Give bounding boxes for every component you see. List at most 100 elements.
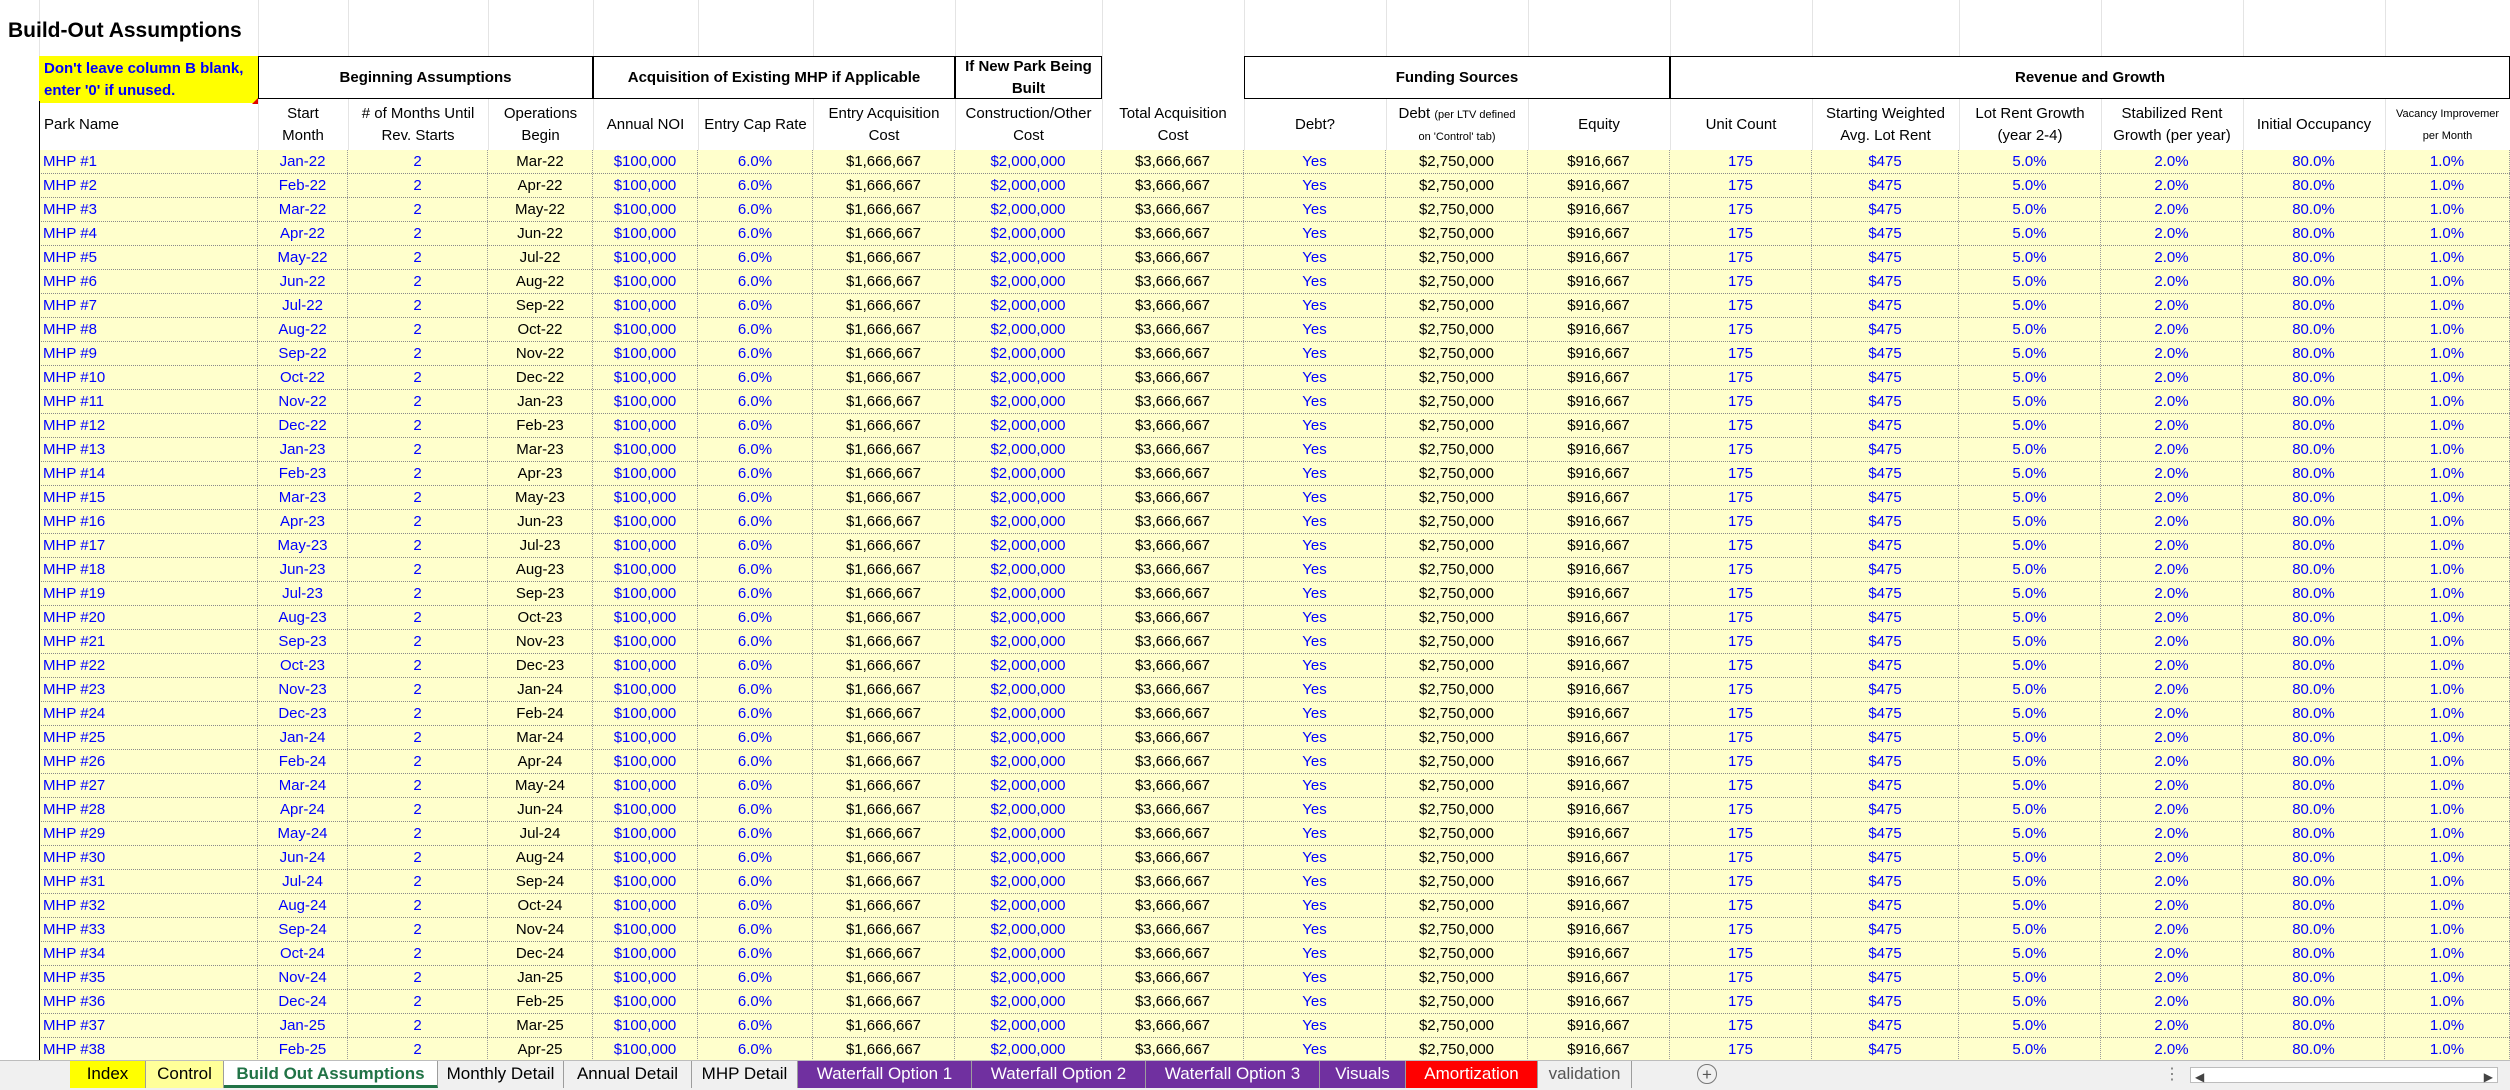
scroll-left-icon[interactable]: ◀ [2195,1070,2204,1084]
cell-construction[interactable]: $2,000,000 [955,390,1102,413]
cell-entry-cap[interactable]: 6.0% [698,606,813,629]
cell-entry-cap[interactable]: 6.0% [698,702,813,725]
cell-init-occ[interactable]: 80.0% [2243,870,2385,893]
cell-ops-begin[interactable]: Sep-23 [488,582,593,605]
cell-lot-growth[interactable]: 5.0% [1959,630,2101,653]
cell-lot-rent[interactable]: $475 [1812,246,1959,269]
cell-lot-growth[interactable]: 5.0% [1959,750,2101,773]
cell-start-month[interactable]: Jan-22 [258,150,348,173]
cell-init-occ[interactable]: 80.0% [2243,1038,2385,1060]
cell-debt[interactable]: $2,750,000 [1386,750,1528,773]
cell-entry-cap[interactable]: 6.0% [698,870,813,893]
cell-vacancy[interactable]: 1.0% [2385,1014,2510,1037]
cell-total-cost[interactable]: $3,666,667 [1102,150,1244,173]
cell-debt[interactable]: $2,750,000 [1386,918,1528,941]
header-equity[interactable]: Equity [1528,101,1670,149]
cell-equity[interactable]: $916,667 [1528,294,1670,317]
scroll-right-icon[interactable]: ▶ [2484,1070,2493,1084]
cell-debt-q[interactable]: Yes [1244,246,1386,269]
cell-months-until[interactable]: 2 [348,990,488,1013]
cell-start-month[interactable]: Apr-24 [258,798,348,821]
cell-lot-growth[interactable]: 5.0% [1959,846,2101,869]
cell-unit-count[interactable]: 175 [1670,726,1812,749]
cell-equity[interactable]: $916,667 [1528,270,1670,293]
cell-stab-growth[interactable]: 2.0% [2101,606,2243,629]
cell-entry-cost[interactable]: $1,666,667 [813,486,955,509]
cell-lot-growth[interactable]: 5.0% [1959,270,2101,293]
cell-entry-cost[interactable]: $1,666,667 [813,798,955,821]
cell-entry-cost[interactable]: $1,666,667 [813,1014,955,1037]
cell-start-month[interactable]: Jan-24 [258,726,348,749]
cell-init-occ[interactable]: 80.0% [2243,366,2385,389]
cell-unit-count[interactable]: 175 [1670,678,1812,701]
cell-stab-growth[interactable]: 2.0% [2101,174,2243,197]
cell-entry-cost[interactable]: $1,666,667 [813,150,955,173]
cell-entry-cap[interactable]: 6.0% [698,582,813,605]
cell-lot-growth[interactable]: 5.0% [1959,174,2101,197]
cell-annual-noi[interactable]: $100,000 [593,750,698,773]
cell-vacancy[interactable]: 1.0% [2385,462,2510,485]
cell-total-cost[interactable]: $3,666,667 [1102,1038,1244,1060]
sheet-tab-visuals[interactable]: Visuals [1320,1061,1406,1088]
cell-lot-growth[interactable]: 5.0% [1959,246,2101,269]
cell-annual-noi[interactable]: $100,000 [593,438,698,461]
cell-debt[interactable]: $2,750,000 [1386,390,1528,413]
cell-construction[interactable]: $2,000,000 [955,822,1102,845]
cell-ops-begin[interactable]: Dec-24 [488,942,593,965]
cell-entry-cost[interactable]: $1,666,667 [813,510,955,533]
cell-ops-begin[interactable]: Sep-24 [488,870,593,893]
cell-debt-q[interactable]: Yes [1244,150,1386,173]
cell-vacancy[interactable]: 1.0% [2385,942,2510,965]
cell-construction[interactable]: $2,000,000 [955,150,1102,173]
cell-start-month[interactable]: Aug-24 [258,894,348,917]
cell-months-until[interactable]: 2 [348,174,488,197]
cell-park-name[interactable]: MHP #15 [39,486,258,509]
cell-equity[interactable]: $916,667 [1528,942,1670,965]
cell-lot-rent[interactable]: $475 [1812,558,1959,581]
cell-lot-growth[interactable]: 5.0% [1959,534,2101,557]
cell-months-until[interactable]: 2 [348,414,488,437]
cell-equity[interactable]: $916,667 [1528,318,1670,341]
cell-months-until[interactable]: 2 [348,654,488,677]
sheet-tab-annual-detail[interactable]: Annual Detail [564,1061,692,1088]
cell-ops-begin[interactable]: Jan-23 [488,390,593,413]
cell-stab-growth[interactable]: 2.0% [2101,1014,2243,1037]
cell-start-month[interactable]: Jun-23 [258,558,348,581]
cell-debt-q[interactable]: Yes [1244,222,1386,245]
cell-lot-rent[interactable]: $475 [1812,342,1959,365]
cell-unit-count[interactable]: 175 [1670,558,1812,581]
cell-vacancy[interactable]: 1.0% [2385,414,2510,437]
cell-park-name[interactable]: MHP #8 [39,318,258,341]
cell-init-occ[interactable]: 80.0% [2243,222,2385,245]
cell-init-occ[interactable]: 80.0% [2243,942,2385,965]
cell-months-until[interactable]: 2 [348,918,488,941]
cell-ops-begin[interactable]: Jun-23 [488,510,593,533]
cell-init-occ[interactable]: 80.0% [2243,990,2385,1013]
cell-start-month[interactable]: Jun-22 [258,270,348,293]
cell-construction[interactable]: $2,000,000 [955,990,1102,1013]
cell-ops-begin[interactable]: Sep-22 [488,294,593,317]
cell-entry-cap[interactable]: 6.0% [698,846,813,869]
cell-total-cost[interactable]: $3,666,667 [1102,294,1244,317]
cell-construction[interactable]: $2,000,000 [955,534,1102,557]
cell-ops-begin[interactable]: Aug-22 [488,270,593,293]
cell-vacancy[interactable]: 1.0% [2385,174,2510,197]
cell-debt[interactable]: $2,750,000 [1386,822,1528,845]
cell-stab-growth[interactable]: 2.0% [2101,246,2243,269]
cell-start-month[interactable]: Jun-24 [258,846,348,869]
cell-annual-noi[interactable]: $100,000 [593,534,698,557]
cell-start-month[interactable]: Sep-22 [258,342,348,365]
cell-equity[interactable]: $916,667 [1528,222,1670,245]
header-entry-cost[interactable]: Entry Acquisition Cost [813,101,955,149]
cell-debt-q[interactable]: Yes [1244,558,1386,581]
cell-annual-noi[interactable]: $100,000 [593,846,698,869]
cell-entry-cost[interactable]: $1,666,667 [813,174,955,197]
cell-init-occ[interactable]: 80.0% [2243,606,2385,629]
cell-lot-growth[interactable]: 5.0% [1959,990,2101,1013]
cell-entry-cost[interactable]: $1,666,667 [813,1038,955,1060]
cell-entry-cost[interactable]: $1,666,667 [813,726,955,749]
cell-init-occ[interactable]: 80.0% [2243,966,2385,989]
cell-debt-q[interactable]: Yes [1244,894,1386,917]
cell-equity[interactable]: $916,667 [1528,1038,1670,1060]
cell-ops-begin[interactable]: May-22 [488,198,593,221]
